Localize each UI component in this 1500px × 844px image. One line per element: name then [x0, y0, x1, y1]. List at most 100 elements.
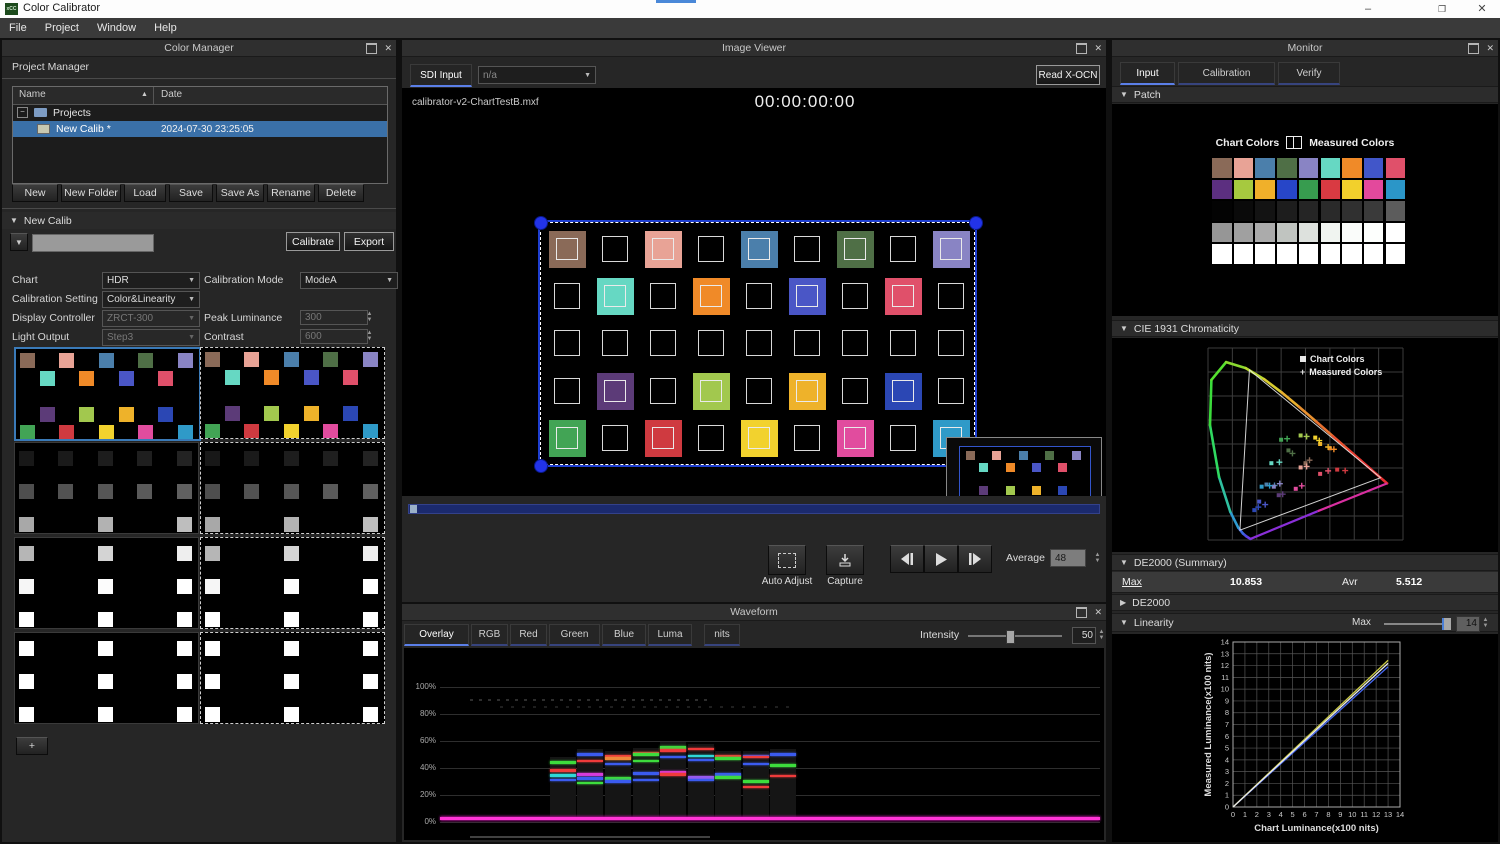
chart-selection[interactable] [540, 222, 975, 465]
export-button[interactable]: Export [344, 232, 394, 251]
step-back-button[interactable] [890, 545, 924, 573]
chart-thumbnail-gray-5[interactable] [200, 537, 385, 629]
chart-patch [363, 424, 378, 439]
intensity-slider[interactable] [968, 635, 1062, 637]
add-chart-button[interactable]: + [16, 737, 48, 755]
seek-handle[interactable] [410, 505, 417, 513]
new-calib-section-header[interactable]: ▼ New Calib [2, 212, 396, 229]
auto-adjust-button[interactable] [768, 545, 806, 575]
waveform-tab-rgb[interactable]: RGB [471, 624, 508, 646]
sort-asc-icon[interactable]: ▲ [141, 91, 148, 98]
selection-handle-tr[interactable] [969, 216, 983, 230]
float-icon[interactable] [1076, 607, 1087, 618]
selection-handle-bl[interactable] [534, 459, 548, 473]
waveform-tab-overlay[interactable]: Overlay [404, 624, 469, 646]
menu-window[interactable]: Window [88, 18, 145, 38]
waveform-segment [770, 753, 796, 756]
float-icon[interactable] [1468, 43, 1479, 54]
chart-thumbnail-gray-2[interactable] [14, 442, 199, 534]
delete-button[interactable]: Delete [318, 184, 364, 202]
chart-patch [177, 579, 192, 594]
read-xocn-button[interactable]: Read X-OCN [1036, 65, 1100, 85]
intensity-value[interactable]: 50 [1072, 627, 1096, 644]
source-dropdown[interactable]: n/a▼ [478, 66, 596, 84]
chart-thumbnail-gray-4[interactable] [14, 537, 199, 629]
close-button[interactable]: ✕ [1468, 1, 1496, 17]
close-icon[interactable]: ✕ [1094, 605, 1102, 619]
patch-section-header[interactable]: ▼Patch [1112, 86, 1498, 103]
cie-section-header[interactable]: ▼CIE 1931 Chromaticity [1112, 320, 1498, 337]
column-name[interactable]: Name [19, 89, 46, 100]
chart-patch [177, 451, 192, 466]
chart-patch [98, 517, 113, 532]
linearity-max-stepper[interactable]: ▲▼ [1480, 615, 1491, 631]
waveform-tab-red[interactable]: Red [510, 624, 547, 646]
menu-project[interactable]: Project [36, 18, 88, 38]
tree-row-new-calib[interactable]: New Calib * 2024-07-30 23:25:05 [13, 121, 387, 137]
chart-patch [99, 425, 114, 440]
calib-name-input[interactable] [32, 234, 154, 252]
chart-thumbnail-color-0[interactable] [14, 347, 201, 441]
viewer-canvas[interactable]: calibrator-v2-ChartTestB.mxf 00:00:00:00… [402, 88, 1106, 496]
calibrate-button[interactable]: Calibrate [286, 232, 340, 251]
waveform-tab-luma[interactable]: Luma [648, 624, 692, 646]
monitor-tab-verify[interactable]: Verify [1278, 62, 1340, 85]
average-value[interactable]: 48 [1050, 549, 1086, 567]
waveform-tab-nits[interactable]: nits [704, 624, 740, 646]
reference-chart-thumbnail [959, 446, 1091, 496]
chart-thumbnail-gray-7[interactable] [200, 632, 385, 724]
linearity-section-header[interactable]: ▼Linearity Max 14 ▲▼ [1112, 613, 1498, 632]
save-as-button[interactable]: Save As [216, 184, 264, 202]
chart-dropdown[interactable]: HDR▼ [102, 272, 200, 289]
contrast-stepper[interactable]: ▲▼ [364, 328, 375, 344]
intensity-slider-handle[interactable] [1006, 630, 1015, 644]
capture-button[interactable] [826, 545, 864, 575]
waveform-tab-blue[interactable]: Blue [602, 624, 646, 646]
peak-luminance-stepper[interactable]: ▲▼ [364, 309, 375, 325]
minimize-button[interactable]: – [1354, 1, 1382, 17]
menu-file[interactable]: File [0, 18, 36, 38]
linearity-slider-handle[interactable] [1442, 618, 1451, 630]
close-icon[interactable]: ✕ [1486, 41, 1494, 55]
column-date[interactable]: Date [161, 89, 182, 100]
waveform-tab-green[interactable]: Green [549, 624, 600, 646]
rename-button[interactable]: Rename [267, 184, 315, 202]
project-buttons: NewNew FolderLoadSaveSave AsRenameDelete [12, 184, 392, 202]
step-forward-button[interactable] [958, 545, 992, 573]
chart-cell-outline [794, 330, 820, 356]
chart-thumbnail-color-1[interactable] [200, 347, 385, 439]
average-stepper[interactable]: ▲▼ [1092, 548, 1103, 568]
tree-collapse-icon[interactable]: − [17, 107, 28, 118]
calibration-setting-dropdown[interactable]: Color&Linearity▼ [102, 291, 200, 308]
intensity-stepper[interactable]: ▲▼ [1096, 626, 1107, 644]
linearity-max-value[interactable]: 14 [1456, 616, 1480, 632]
restore-button[interactable]: ❐ [1428, 1, 1456, 17]
float-icon[interactable] [366, 43, 377, 54]
linearity-max-slider[interactable] [1384, 623, 1446, 625]
calibration-mode-dropdown[interactable]: ModeA▼ [300, 272, 398, 289]
chart-thumbnail-gray-3[interactable] [200, 442, 385, 534]
close-icon[interactable]: ✕ [384, 41, 392, 55]
float-icon[interactable] [1076, 43, 1087, 54]
new-folder-button[interactable]: New Folder [61, 184, 121, 202]
calib-dropdown-button[interactable]: ▼ [10, 233, 28, 251]
menu-help[interactable]: Help [145, 18, 186, 38]
chart-thumbnail-gray-6[interactable] [14, 632, 199, 724]
chart-patch [284, 546, 299, 561]
monitor-tab-input[interactable]: Input [1120, 62, 1175, 85]
chart-patch [205, 517, 220, 532]
de2000-section-header[interactable]: ▶DE2000 [1112, 594, 1498, 611]
monitor-tab-calibration[interactable]: Calibration [1178, 62, 1275, 85]
play-button[interactable] [924, 545, 958, 573]
sdi-input-tab[interactable]: SDI Input [410, 64, 472, 87]
save-button[interactable]: Save [169, 184, 213, 202]
new-button[interactable]: New [12, 184, 58, 202]
selection-handle-tl[interactable] [534, 216, 548, 230]
svg-text:1: 1 [1243, 810, 1247, 819]
close-icon[interactable]: ✕ [1094, 41, 1102, 55]
seek-bar[interactable] [408, 504, 1100, 514]
chart-patch [99, 353, 114, 368]
de2000-summary-header[interactable]: ▼DE2000 (Summary) [1112, 554, 1498, 571]
tree-row-projects[interactable]: − Projects [13, 105, 387, 120]
load-button[interactable]: Load [124, 184, 166, 202]
